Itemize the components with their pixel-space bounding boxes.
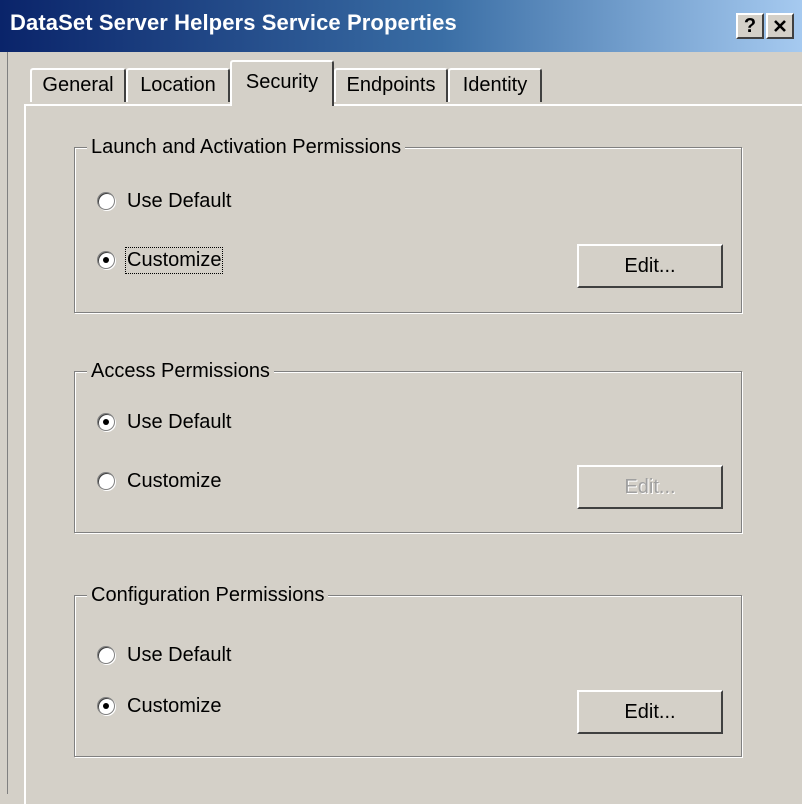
radio-indicator[interactable] [97, 192, 115, 210]
radio-indicator[interactable] [97, 413, 115, 431]
launch-use-default-radio[interactable]: Use Default [97, 187, 232, 215]
radio-label: Customize [124, 246, 224, 274]
access-use-default-radio[interactable]: Use Default [97, 408, 232, 436]
access-permissions-group: Access Permissions Use Default Customize… [74, 358, 742, 533]
radio-indicator[interactable] [97, 697, 115, 715]
radio-label: Customize [127, 694, 222, 717]
config-edit-button[interactable]: Edit... [577, 690, 723, 734]
config-use-default-radio[interactable]: Use Default [97, 641, 232, 669]
tab-general[interactable]: General [30, 68, 126, 102]
tab-strip: General Location Security Endpoints Iden… [24, 60, 724, 106]
window-title: DataSet Server Helpers Service Propertie… [10, 10, 457, 35]
close-button[interactable] [766, 13, 794, 39]
help-button[interactable]: ? [736, 13, 764, 39]
group-title: Configuration Permissions [87, 582, 329, 608]
radio-label: Customize [127, 469, 222, 492]
close-icon [774, 20, 786, 32]
group-title: Launch and Activation Permissions [87, 134, 406, 160]
launch-customize-radio[interactable]: Customize [97, 246, 224, 274]
launch-activation-group: Launch and Activation Permissions Use De… [74, 134, 742, 313]
radio-indicator[interactable] [97, 646, 115, 664]
tab-location[interactable]: Location [126, 68, 230, 102]
tab-endpoints[interactable]: Endpoints [334, 68, 448, 102]
radio-label: Use Default [127, 189, 232, 212]
launch-edit-button[interactable]: Edit... [577, 244, 723, 288]
tab-identity[interactable]: Identity [448, 68, 542, 102]
access-customize-radio[interactable]: Customize [97, 467, 221, 495]
config-customize-radio[interactable]: Customize [97, 692, 221, 720]
radio-label: Use Default [127, 643, 232, 666]
configuration-permissions-group: Configuration Permissions Use Default Cu… [74, 582, 742, 757]
tab-security[interactable]: Security [230, 60, 334, 106]
window-frame [0, 52, 8, 794]
access-edit-button[interactable]: Edit... [577, 465, 723, 509]
radio-label: Use Default [127, 410, 232, 433]
help-icon: ? [743, 15, 757, 37]
radio-indicator[interactable] [97, 472, 115, 490]
title-bar[interactable]: DataSet Server Helpers Service Propertie… [0, 0, 802, 52]
radio-indicator[interactable] [97, 251, 115, 269]
group-title: Access Permissions [87, 358, 274, 384]
